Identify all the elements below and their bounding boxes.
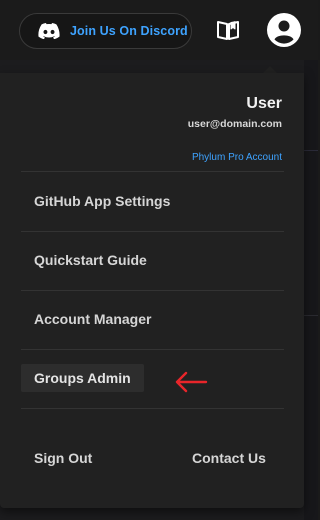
menu-divider — [21, 349, 284, 350]
page-background-line — [304, 150, 318, 151]
page-background-line — [304, 315, 318, 316]
menu-divider — [21, 290, 284, 291]
account-email: user@domain.com — [187, 118, 282, 130]
menu-item-groups-admin[interactable]: Groups Admin — [21, 364, 144, 392]
menu-item-account-manager[interactable]: Account Manager — [34, 311, 151, 327]
user-circle-icon[interactable] — [267, 13, 301, 47]
menu-divider — [21, 171, 284, 172]
menu-item-github-app-settings[interactable]: GitHub App Settings — [34, 193, 170, 209]
red-arrow-icon — [173, 370, 209, 394]
join-discord-button[interactable]: Join Us On Discord — [19, 13, 192, 49]
page-background-edge — [304, 60, 318, 520]
book-icon[interactable] — [215, 17, 241, 43]
account-plan-link[interactable]: Phylum Pro Account — [192, 152, 282, 163]
account-name: User — [246, 95, 282, 112]
menu-divider — [21, 231, 284, 232]
contact-us-link[interactable]: Contact Us — [192, 450, 266, 466]
menu-item-quickstart-guide[interactable]: Quickstart Guide — [34, 252, 147, 268]
menu-divider — [21, 408, 284, 409]
discord-icon — [38, 23, 60, 39]
sign-out-link[interactable]: Sign Out — [34, 450, 92, 466]
discord-button-label: Join Us On Discord — [70, 24, 188, 38]
